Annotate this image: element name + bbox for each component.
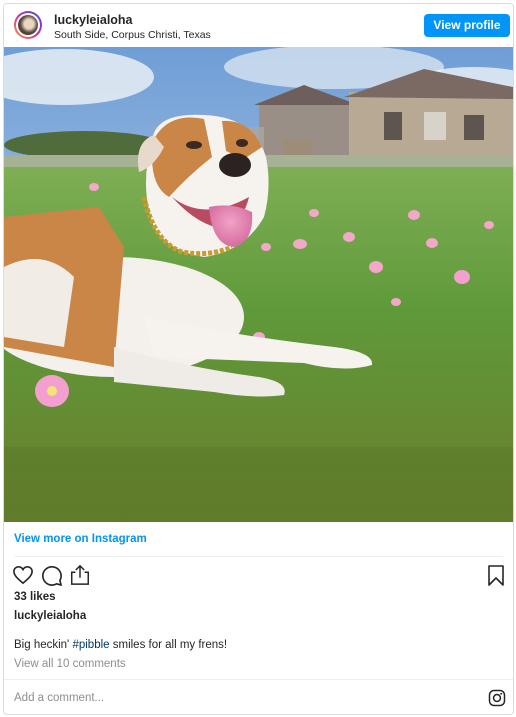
view-comments-link[interactable]: View all 10 comments: [14, 658, 126, 670]
instagram-icon[interactable]: [488, 689, 506, 712]
divider: [4, 679, 513, 680]
view-more-link[interactable]: View more on Instagram: [14, 533, 147, 545]
hashtag-link[interactable]: #pibble: [72, 639, 109, 651]
dog-photo: [4, 47, 513, 522]
divider: [14, 556, 503, 557]
avatar[interactable]: [14, 11, 42, 39]
instagram-embed: luckyleialoha South Side, Corpus Christi…: [3, 3, 514, 715]
likes-count[interactable]: 33 likes: [14, 591, 56, 603]
bookmark-icon[interactable]: [487, 565, 505, 591]
action-bar: [4, 561, 513, 589]
heart-icon[interactable]: [12, 565, 34, 590]
add-comment-input[interactable]: Add a comment...: [14, 692, 104, 704]
post-photo[interactable]: [4, 47, 513, 522]
post-caption: Big heckin' #pibble smiles for all my fr…: [14, 639, 227, 651]
post-header: luckyleialoha South Side, Corpus Christi…: [4, 4, 513, 47]
share-icon[interactable]: [69, 564, 91, 591]
caption-username[interactable]: luckyleialoha: [14, 610, 86, 622]
comment-icon[interactable]: [41, 565, 63, 591]
caption-text-start: Big heckin': [14, 639, 73, 651]
caption-text-end: smiles for all my frens!: [109, 639, 228, 651]
avatar-photo: [18, 15, 38, 35]
view-profile-button[interactable]: View profile: [424, 14, 510, 37]
header-username[interactable]: luckyleialoha: [54, 13, 133, 27]
header-location[interactable]: South Side, Corpus Christi, Texas: [54, 29, 211, 41]
